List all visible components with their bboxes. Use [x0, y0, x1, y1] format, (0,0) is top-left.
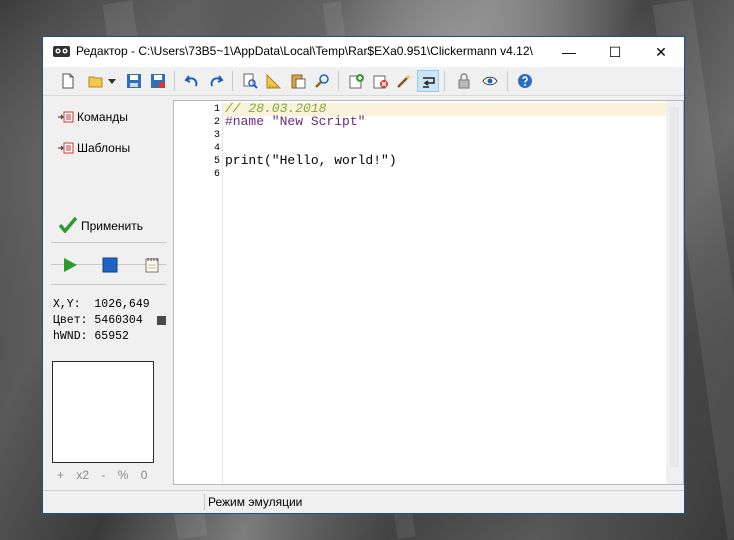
close-button[interactable]: ✕ — [638, 37, 684, 67]
maximize-button[interactable]: ☐ — [592, 37, 638, 67]
notepad-icon[interactable] — [144, 257, 160, 273]
magnifier-preview — [52, 361, 154, 463]
window-title: Редактор - C:\Users\73B5~1\AppData\Local… — [76, 44, 533, 58]
line-number: 3 — [213, 130, 220, 141]
save-icon[interactable] — [123, 70, 145, 92]
zoom-x2-button[interactable]: x2 — [76, 468, 89, 482]
zoom-controls: + x2 - % 0 — [57, 468, 156, 482]
zoom-reset-button[interactable]: 0 — [141, 468, 148, 482]
zoom-percent-button[interactable]: % — [118, 468, 129, 482]
hwnd-readout: hWND: 65952 — [53, 330, 129, 343]
vertical-scrollbar[interactable] — [666, 101, 683, 484]
magic-wand-icon[interactable] — [393, 70, 415, 92]
toolbar-separator — [174, 71, 175, 91]
stop-icon[interactable] — [102, 257, 118, 273]
help-icon[interactable] — [514, 70, 536, 92]
status-separator — [204, 494, 205, 510]
code-line: #name "New Script" — [225, 114, 366, 129]
apply-button[interactable]: Применить — [58, 216, 144, 234]
paste-icon[interactable] — [287, 70, 309, 92]
title-bar[interactable]: Редактор - C:\Users\73B5~1\AppData\Local… — [43, 37, 684, 67]
divider — [51, 242, 166, 243]
delete-icon[interactable] — [369, 70, 391, 92]
templates-icon — [58, 142, 74, 154]
redo-icon[interactable] — [205, 70, 227, 92]
lock-icon[interactable] — [453, 70, 475, 92]
code-line: print("Hello, world!") — [225, 153, 397, 168]
ruler-icon[interactable] — [263, 70, 285, 92]
code-editor[interactable]: 1 2 3 4 5 6 // 28.03.2018 #name "New Scr… — [173, 100, 684, 485]
status-mode: Режим эмуляции — [208, 495, 303, 509]
templates-item[interactable]: Шаблоны — [58, 141, 130, 155]
templates-label: Шаблоны — [77, 141, 131, 155]
line-number: 5 — [213, 156, 220, 167]
toolbar-separator — [338, 71, 339, 91]
minimize-button[interactable]: — — [546, 37, 592, 67]
color-readout: Цвет: 5460304 — [53, 314, 143, 327]
status-bar: Режим эмуляции — [43, 490, 684, 513]
line-number: 4 — [213, 143, 220, 154]
toolbar-separator — [444, 71, 445, 91]
zoom-search-icon[interactable] — [311, 70, 333, 92]
eye-icon[interactable] — [479, 70, 501, 92]
left-panel: Команды Шаблоны Применить X,Y: 1026,649 … — [43, 99, 168, 491]
toolbar-separator — [507, 71, 508, 91]
new-file-icon[interactable] — [57, 70, 79, 92]
toolbar — [43, 67, 684, 96]
wrap-icon[interactable] — [417, 70, 439, 92]
zoom-minus-button[interactable]: - — [101, 468, 105, 482]
play-icon[interactable] — [62, 257, 78, 273]
checkmark-icon — [58, 216, 78, 234]
line-number: 6 — [213, 169, 220, 180]
commands-icon — [58, 111, 74, 123]
apply-label: Применить — [81, 219, 144, 233]
commands-item[interactable]: Команды — [58, 110, 128, 124]
editor-window: Редактор - C:\Users\73B5~1\AppData\Local… — [42, 36, 685, 514]
save-as-icon[interactable] — [147, 70, 169, 92]
undo-icon[interactable] — [181, 70, 203, 92]
toolbar-separator — [232, 71, 233, 91]
dropdown-arrow-icon[interactable] — [105, 70, 117, 92]
app-icon — [53, 46, 70, 57]
line-number: 2 — [213, 117, 220, 128]
open-folder-icon[interactable] — [85, 70, 107, 92]
line-number: 1 — [213, 104, 220, 115]
find-icon[interactable] — [239, 70, 261, 92]
commands-label: Команды — [77, 110, 128, 124]
add-icon[interactable] — [345, 70, 367, 92]
scrollbar-thumb[interactable] — [670, 107, 679, 467]
xy-readout: X,Y: 1026,649 — [53, 298, 150, 311]
color-swatch — [157, 316, 166, 325]
zoom-plus-button[interactable]: + — [57, 468, 64, 482]
divider — [51, 284, 166, 285]
